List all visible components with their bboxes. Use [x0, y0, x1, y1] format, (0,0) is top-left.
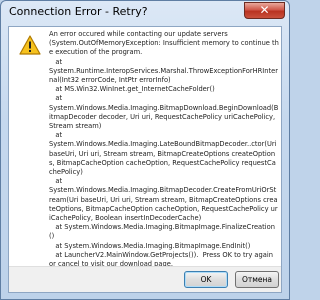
button-bar: OK Отмена: [9, 266, 281, 292]
window-title: Connection Error - Retry?: [9, 5, 148, 18]
warning-icon: [19, 35, 41, 55]
close-button[interactable]: ✕: [244, 2, 285, 19]
dialog-window: Connection Error - Retry? ✕ An error occ…: [0, 0, 290, 300]
error-message: An error occured while contacting our up…: [49, 30, 279, 269]
cancel-button[interactable]: Отмена: [235, 271, 279, 288]
dialog-content: An error occured while contacting our up…: [8, 26, 282, 293]
close-icon: ✕: [259, 3, 270, 17]
ok-button[interactable]: OK: [184, 271, 228, 288]
title-bar[interactable]: Connection Error - Retry? ✕: [1, 1, 289, 25]
